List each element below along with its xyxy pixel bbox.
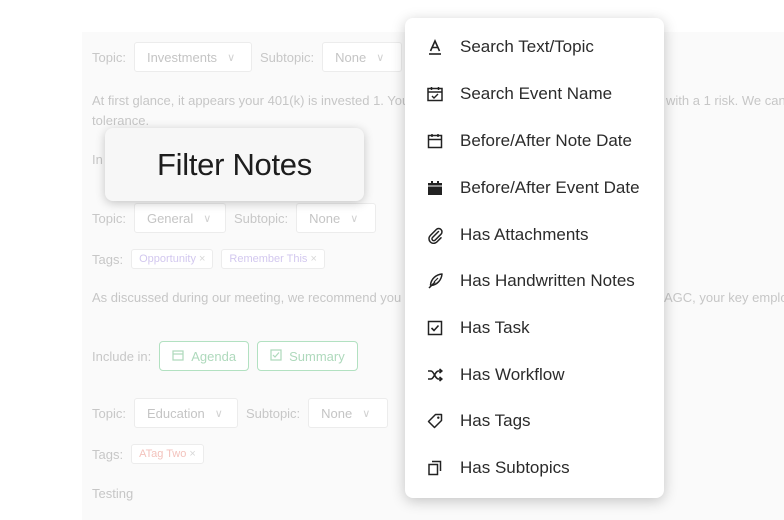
calendar-filled-icon [425, 178, 445, 198]
close-icon[interactable]: × [199, 253, 205, 265]
topic-value: Education [146, 405, 205, 421]
note2-include-row: Include in: Agenda Summary [92, 341, 366, 371]
menu-item-before-after-event-date[interactable]: Before/After Event Date [405, 165, 664, 211]
checkbox-icon [425, 318, 445, 338]
subtopic-value: None [321, 405, 353, 421]
tag-remember-this[interactable]: Remember This × [221, 249, 325, 269]
menu-item-has-subtopics[interactable]: Has Subtopics [405, 445, 664, 491]
note1-body-line1-right: with a 1 risk. We can [666, 93, 784, 108]
topic-label: Topic: [92, 49, 126, 65]
menu-item-before-after-note-date[interactable]: Before/After Note Date [405, 118, 664, 164]
calendar-icon [172, 349, 184, 364]
subtopic-value: None [309, 210, 341, 226]
copy-pages-icon [425, 458, 445, 478]
tags-label: Tags: [92, 251, 124, 267]
shuffle-icon [425, 365, 445, 385]
note1-body-line1-left: At first glance, it appears your 401(k) … [92, 93, 421, 108]
quill-icon [425, 271, 445, 291]
subtopic-select[interactable]: None ∨ [308, 398, 389, 428]
menu-item-label: Has Subtopics [460, 458, 570, 477]
note1-topic-row: Topic: Investments ∨ Subtopic: None ∨ [92, 42, 410, 72]
tags-label: Tags: [92, 446, 124, 462]
subtopic-label: Subtopic: [245, 405, 301, 421]
tag-label: Opportunity [139, 253, 196, 265]
tag-icon [425, 411, 445, 431]
topic-label: Topic: [92, 210, 126, 226]
note3-tags-row: Tags: ATag Two × [92, 444, 212, 464]
note1-include-fragment: In [92, 152, 103, 167]
calendar-check-icon [425, 84, 445, 104]
topic-value: Investments [146, 49, 218, 65]
subtopic-value: None [335, 49, 367, 65]
chip-label: Summary [289, 348, 345, 364]
chevron-down-icon: ∨ [214, 407, 223, 420]
topic-label: Topic: [92, 405, 126, 421]
close-icon[interactable]: × [310, 253, 316, 265]
menu-item-has-tags[interactable]: Has Tags [405, 398, 664, 444]
menu-item-label: Has Tags [460, 411, 531, 430]
subtopic-select[interactable]: None ∨ [296, 203, 377, 233]
paperclip-icon [425, 225, 445, 245]
checkbox-icon [270, 348, 282, 364]
chevron-down-icon: ∨ [376, 51, 385, 64]
filter-menu: Search Text/Topic Search Event Name Befo… [405, 18, 664, 498]
tag-opportunity[interactable]: Opportunity × [131, 249, 214, 269]
summary-chip[interactable]: Summary [257, 341, 358, 371]
topic-value: General [146, 210, 194, 226]
note2-tags-row: Tags: Opportunity × Remember This × [92, 249, 333, 269]
agenda-chip[interactable]: Agenda [159, 341, 250, 371]
menu-item-has-workflow[interactable]: Has Workflow [405, 352, 664, 398]
menu-item-has-task[interactable]: Has Task [405, 305, 664, 351]
menu-item-label: Search Text/Topic [460, 37, 594, 56]
tag-label: Remember This [229, 253, 308, 265]
note2-body-right: AGC, your key employ [664, 290, 784, 305]
include-label: Include in: [92, 348, 152, 364]
subtopic-label: Subtopic: [233, 210, 289, 226]
subtopic-label: Subtopic: [259, 49, 315, 65]
tag-atag-two[interactable]: ATag Two × [131, 444, 204, 464]
filter-notes-title: Filter Notes [105, 128, 364, 201]
menu-item-search-event-name[interactable]: Search Event Name [405, 71, 664, 117]
subtopic-select[interactable]: None ∨ [322, 42, 403, 72]
note3-topic-row: Topic: Education ∨ Subtopic: None ∨ [92, 398, 396, 428]
menu-item-has-handwritten-notes[interactable]: Has Handwritten Notes [405, 258, 664, 304]
menu-item-label: Search Event Name [460, 84, 613, 103]
menu-item-search-text-topic[interactable]: Search Text/Topic [405, 24, 664, 70]
note2-topic-row: Topic: General ∨ Subtopic: None ∨ [92, 203, 384, 233]
menu-item-label: Before/After Event Date [460, 178, 640, 197]
topic-select[interactable]: Education ∨ [133, 398, 238, 428]
topic-select[interactable]: General ∨ [133, 203, 226, 233]
note3-body: Testing [92, 486, 134, 501]
chevron-down-icon: ∨ [362, 407, 371, 420]
chevron-down-icon: ∨ [227, 51, 236, 64]
menu-item-has-attachments[interactable]: Has Attachments [405, 212, 664, 258]
tag-label: ATag Two [139, 448, 187, 460]
chevron-down-icon: ∨ [203, 212, 212, 225]
text-a-icon [425, 37, 445, 57]
chip-label: Agenda [191, 348, 237, 364]
menu-item-label: Before/After Note Date [460, 131, 632, 150]
menu-item-label: Has Handwritten Notes [460, 271, 635, 290]
note2-body-left: As discussed during our meeting, we reco… [92, 290, 419, 305]
close-icon[interactable]: × [189, 448, 195, 460]
menu-item-label: Has Attachments [460, 225, 589, 244]
calendar-outline-icon [425, 131, 445, 151]
topic-select[interactable]: Investments ∨ [133, 42, 252, 72]
menu-item-label: Has Task [460, 318, 530, 337]
menu-item-label: Has Workflow [460, 365, 565, 384]
chevron-down-icon: ∨ [350, 212, 359, 225]
